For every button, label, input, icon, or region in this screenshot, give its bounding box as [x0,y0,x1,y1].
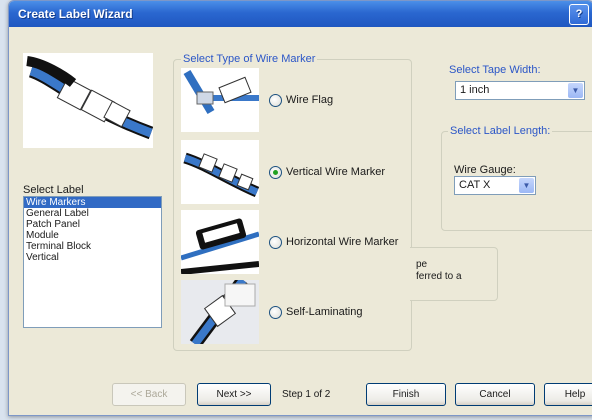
next-button[interactable]: Next >> [197,383,271,406]
list-item[interactable]: General Label [24,208,161,219]
tape-width-dropdown[interactable]: 1 inch ▼ [455,81,585,100]
tape-width-caption: Select Tape Width: [449,64,541,76]
wire-flag-radio[interactable] [269,94,282,107]
window-title: Create Label Wizard [18,7,133,21]
list-item[interactable]: Wire Markers [24,197,161,208]
self-laminating-radio[interactable] [269,306,282,319]
option-horizontal-wire-marker[interactable]: Horizontal Wire Marker [180,210,407,275]
chevron-down-icon[interactable]: ▼ [519,178,534,193]
label-type-list[interactable]: Wire Markers General Label Patch Panel M… [23,196,162,328]
back-button[interactable]: << Back [112,383,186,406]
vertical-wire-marker-image [181,140,260,204]
info-note-panel: pe ferred to a [410,247,498,301]
wire-marker-type-group: Select Type of Wire Marker Wire Flag Ver… [173,53,412,351]
finish-button[interactable]: Finish [366,383,446,406]
wire-marker-type-caption: Select Type of Wire Marker [181,53,318,65]
cancel-button[interactable]: Cancel [455,383,535,406]
step-indicator: Step 1 of 2 [282,389,331,400]
title-bar[interactable]: Create Label Wizard ? [9,1,592,27]
wire-gauge-value: CAT X [459,179,491,191]
option-vertical-wire-marker[interactable]: Vertical Wire Marker [181,140,407,204]
wire-flag-image [181,68,259,132]
horizontal-wire-marker-radio[interactable] [269,236,282,249]
option-wire-flag[interactable]: Wire Flag [181,68,407,132]
horizontal-wire-marker-label[interactable]: Horizontal Wire Marker [286,236,398,248]
list-item[interactable]: Patch Panel [24,219,161,230]
wizard-window: Create Label Wizard ? Select Label Wire … [8,0,592,416]
wire-flag-label[interactable]: Wire Flag [286,94,333,106]
self-laminating-image [181,276,259,348]
wire-gauge-caption: Wire Gauge: [454,164,516,176]
horizontal-wire-marker-image [180,210,260,275]
vertical-wire-marker-label[interactable]: Vertical Wire Marker [286,166,385,178]
select-label-caption: Select Label [23,184,84,196]
wire-gauge-dropdown[interactable]: CAT X ▼ [454,176,536,195]
help-button[interactable]: Help [544,383,592,406]
option-self-laminating[interactable]: Self-Laminating [181,276,407,348]
info-note-text: pe ferred to a [416,259,462,283]
label-preview-image [23,53,154,148]
label-length-caption: Select Label Length: [448,125,553,137]
self-laminating-label[interactable]: Self-Laminating [286,306,362,318]
info-note-line: pe [416,259,428,270]
list-item[interactable]: Terminal Block [24,241,161,252]
list-item[interactable]: Module [24,230,161,241]
tape-width-value: 1 inch [460,84,490,96]
info-note-line: ferred to a [416,271,462,282]
chevron-down-icon[interactable]: ▼ [568,83,583,98]
help-title-button[interactable]: ? [569,4,589,25]
vertical-wire-marker-radio[interactable] [269,166,282,179]
list-item[interactable]: Vertical [24,252,161,263]
